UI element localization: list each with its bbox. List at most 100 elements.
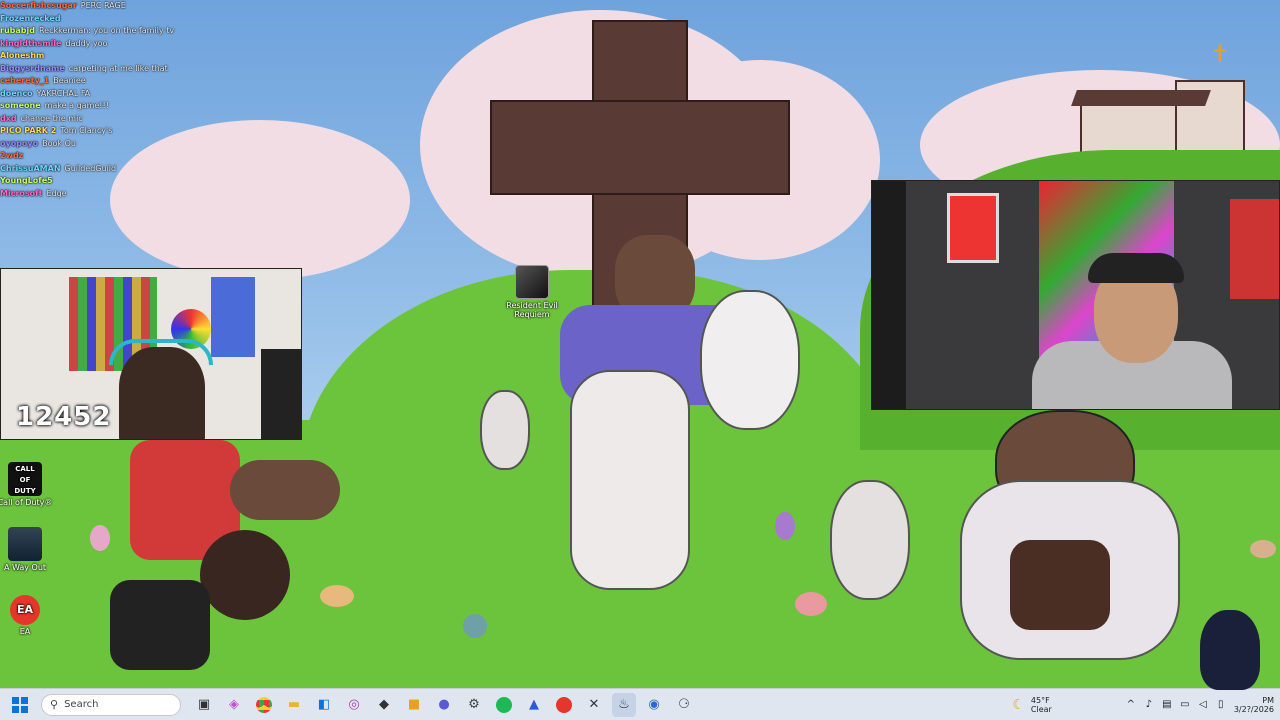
steam-icon[interactable]: ♨ xyxy=(612,692,636,717)
desktop-icon-label: EA xyxy=(19,627,31,636)
settings-icon[interactable]: ⚙ xyxy=(462,693,486,717)
clock-date: 3/2?/2026 xyxy=(1233,705,1274,714)
app-icon[interactable]: ⚆ xyxy=(672,693,696,717)
chat-message: kingldthsmile daddy yoo xyxy=(0,38,230,51)
spotify-icon[interactable] xyxy=(492,693,516,717)
chat-message: Frozenrecked xyxy=(0,13,230,26)
resident-evil-icon xyxy=(515,265,549,299)
chat-message: oyopoyo Book Ou xyxy=(0,138,230,151)
weather-icon[interactable]: ☾ xyxy=(1012,697,1025,713)
chat-message: ChrissuAMAN GuildedGuild xyxy=(0,163,230,176)
teams-icon[interactable]: ● xyxy=(432,693,456,717)
desktop-stream-view: ✝ Soccerfishcsugar PERC RAGE Frozenrecked r… xyxy=(0,0,1280,720)
chat-text: carpeting at me like that xyxy=(68,63,168,73)
ea-icon: EA xyxy=(10,595,40,625)
chrome-icon[interactable] xyxy=(252,693,276,717)
clock[interactable]: PM 3/2?/2026 xyxy=(1234,696,1274,714)
app-icon[interactable]: ◆ xyxy=(372,693,396,717)
chat-username: rubabjd xyxy=(0,26,35,35)
desktop-icon-a-way-out[interactable]: A Way Out xyxy=(0,527,53,572)
search-icon: ⚲ xyxy=(50,698,59,711)
search-placeholder: Search xyxy=(64,699,99,710)
chat-message: 2wdz xyxy=(0,150,230,163)
desktop-icon-label: A Way Out xyxy=(3,563,47,572)
file-explorer-icon[interactable]: ▬ xyxy=(282,693,306,717)
desktop-icon-label: Resident Evil Requiem xyxy=(506,301,558,319)
chat-message: doenco YAKRCHAL FA xyxy=(0,88,230,101)
viewer-count: 12452 xyxy=(16,402,112,432)
chat-username: 2wdz xyxy=(0,151,24,160)
mascot-overlay xyxy=(1200,610,1260,690)
chat-username: Biggysrdname xyxy=(0,63,65,73)
system-tray: ☾ 45°F Clear ^ ♪ ▤ ▭ ◁ ▯ PM 3/2?/2026 xyxy=(1012,689,1274,720)
chat-text: make a game!!! xyxy=(44,101,109,110)
windows-start-icon[interactable] xyxy=(8,693,32,717)
chat-username: YoungLofe5 xyxy=(0,176,53,185)
desktop-icon-resident-evil[interactable]: Resident Evil Requiem xyxy=(504,265,560,319)
search-input[interactable]: ⚲ Search xyxy=(41,693,181,716)
chat-text: Tom Clancy's xyxy=(60,126,113,135)
chat-username: Frozenrecked xyxy=(0,13,61,23)
app-icon[interactable]: ■ xyxy=(402,693,426,717)
app-icon[interactable]: ▤ xyxy=(1161,699,1173,711)
clock-time: PM xyxy=(1262,696,1274,705)
chat-message: Microsoft Edge xyxy=(0,188,230,201)
wallpaper-cross xyxy=(490,100,790,195)
wallpaper-character xyxy=(110,430,350,680)
chat-username: doenco xyxy=(0,88,33,98)
chat-message: rubabjd Reckkerman: you on the family tv xyxy=(0,25,230,38)
chat-text: Beaniee xyxy=(53,76,86,85)
webcam-right xyxy=(871,180,1280,410)
chat-message: ceherety_1 Beaniee xyxy=(0,75,230,88)
call-of-duty-icon: CALL OF DUTY xyxy=(8,462,42,496)
weather-widget[interactable]: 45°F Clear xyxy=(1031,696,1052,714)
chat-text: PERC RAGE xyxy=(80,1,126,10)
mic-icon[interactable]: ♪ xyxy=(1143,699,1155,711)
taskbar: ⚲ Search ▣ ◈ ▬ ◧ ◎ ◆ ■ ● ⚙ ▲ ✕ ♨ ◉ ⚆ ☾ 4… xyxy=(0,688,1280,720)
desktop-icon-call-of-duty[interactable]: CALL OF DUTY Call of Duty® xyxy=(0,462,53,507)
chat-username: PICO PARK 2 xyxy=(0,126,57,135)
chat-message: Biggysrdname carpeting at me like that xyxy=(0,63,230,76)
ea-app-icon[interactable] xyxy=(552,693,576,717)
network-icon[interactable]: ▭ xyxy=(1179,699,1191,711)
xbox-icon[interactable]: ✕ xyxy=(582,693,606,717)
chat-text: Edge xyxy=(46,188,67,198)
stream-chat-overlay: Soccerfishcsugar PERC RAGE Frozenrecked rub… xyxy=(0,0,230,268)
chat-text: Reckkerman: you on the family tv xyxy=(38,26,175,35)
wallpaper-egg xyxy=(463,614,487,638)
a-way-out-icon xyxy=(8,527,42,561)
chat-username: ChrissuAMAN xyxy=(0,163,61,173)
chat-text: GuildedGuild xyxy=(64,163,117,173)
chat-text: Book Ou xyxy=(42,138,76,148)
wallpaper-egg xyxy=(775,512,795,540)
chat-text: daddy yoo xyxy=(65,38,108,48)
weather-temp: 45°F xyxy=(1030,696,1050,705)
battery-icon[interactable]: ▯ xyxy=(1215,699,1227,711)
chat-message: PICO PARK 2 Tom Clancy's xyxy=(0,125,230,138)
task-view-icon[interactable]: ▣ xyxy=(192,693,216,717)
chat-message: someone make a game!!! xyxy=(0,100,230,113)
desktop-icon-ea[interactable]: EA EA xyxy=(0,595,53,636)
copilot-icon[interactable]: ◈ xyxy=(222,693,246,717)
chat-text: YAKRCHAL FA xyxy=(36,88,91,98)
chat-username: ceherety_1 xyxy=(0,76,50,85)
wallpaper-egg xyxy=(90,525,110,551)
wallpaper-bunny xyxy=(830,480,910,600)
wallpaper-bunny xyxy=(480,390,530,470)
wallpaper-egg xyxy=(795,592,827,616)
app-icon[interactable]: ▲ xyxy=(522,693,546,717)
wallpaper-egg xyxy=(1250,540,1276,558)
chat-text: change the mic xyxy=(20,113,83,123)
desktop-icon-label: Call of Duty® xyxy=(0,498,53,507)
chat-username: oyopoyo xyxy=(0,138,39,148)
chevron-up-icon[interactable]: ^ xyxy=(1125,699,1137,711)
instagram-icon[interactable]: ◎ xyxy=(342,693,366,717)
chat-message: Soccerfishcsugar PERC RAGE xyxy=(0,0,230,13)
app-icon[interactable]: ◉ xyxy=(642,693,666,717)
volume-icon[interactable]: ◁ xyxy=(1197,699,1209,711)
store-icon[interactable]: ◧ xyxy=(312,693,336,717)
chat-username: Microsoft xyxy=(0,188,43,198)
chat-username: someone xyxy=(0,101,41,110)
chat-username: Aloneshm xyxy=(0,51,45,60)
chat-username: kingldthsmile xyxy=(0,38,62,48)
